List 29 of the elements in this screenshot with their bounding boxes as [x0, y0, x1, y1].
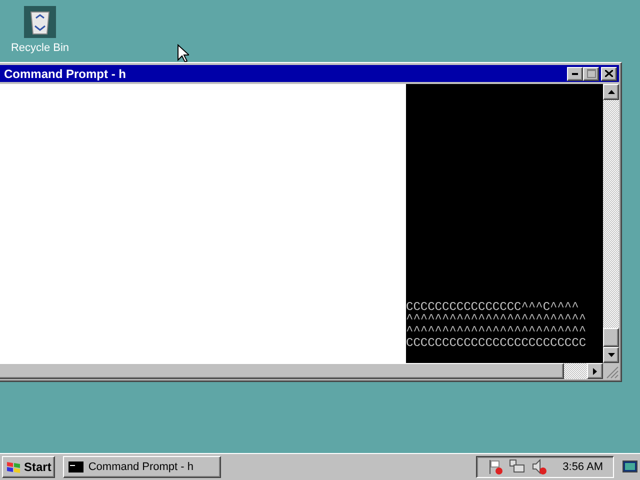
windows-flag-icon [6, 460, 22, 474]
console-icon [68, 461, 84, 473]
recycle-bin-icon[interactable] [24, 6, 56, 38]
right-arrow-icon [593, 368, 597, 374]
clock[interactable]: 3:56 AM [562, 461, 603, 473]
scroll-up-button[interactable] [603, 84, 619, 100]
start-button[interactable]: Start [2, 456, 56, 478]
minimize-icon [572, 72, 578, 74]
console-line: ^^^^^^^^^^^^^^^^^^^^^^^^^ [406, 313, 588, 325]
close-button[interactable] [601, 66, 617, 80]
console-line: CCCCCCCCCCCCCCCCCCCCCCCCC [406, 337, 588, 349]
vertical-scrollbar[interactable] [603, 84, 619, 363]
down-arrow-icon [608, 353, 614, 357]
minimize-button[interactable] [567, 66, 583, 80]
up-arrow-icon [608, 90, 614, 94]
window-title: Command Prompt - h [4, 66, 126, 80]
maximize-icon [586, 69, 596, 78]
scroll-right-button[interactable] [587, 363, 603, 379]
flag-icon[interactable] [486, 459, 503, 475]
speaker-icon[interactable] [530, 459, 547, 475]
close-icon [605, 70, 613, 77]
scroll-down-button[interactable] [603, 347, 619, 363]
console-line: ^^^^^^^^^^^^^^^^^^^^^^^^^ [406, 325, 588, 337]
maximize-button[interactable] [583, 66, 599, 80]
console-line: CCCCCCCCCCCCCCCC^^^C^^^^ [406, 301, 580, 313]
scrollbar-thumb[interactable] [603, 328, 619, 347]
network-icon[interactable] [508, 459, 525, 475]
desktop-icon[interactable] [622, 459, 638, 475]
taskbar-task-button[interactable]: Command Prompt - h [63, 456, 222, 478]
